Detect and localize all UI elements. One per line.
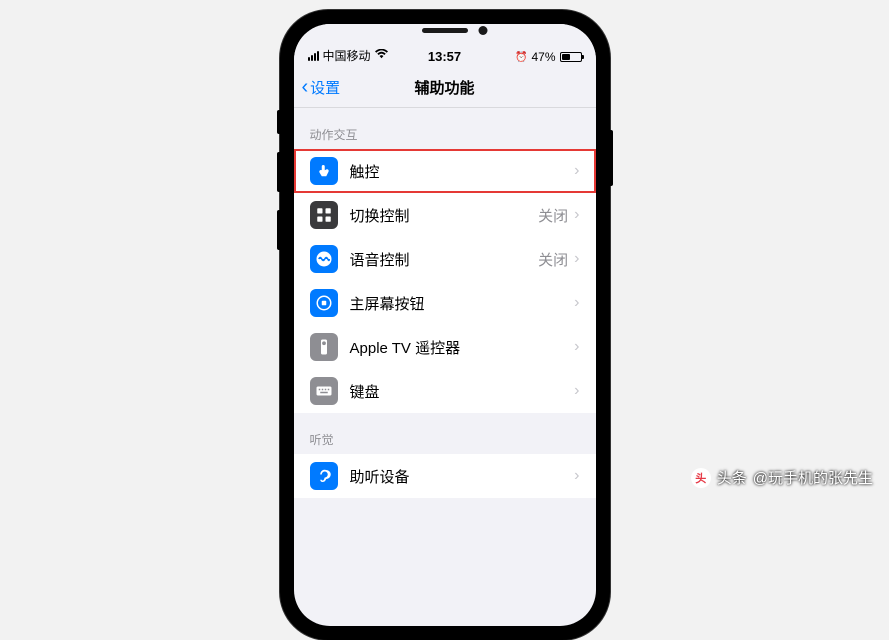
switch-control-icon — [310, 201, 338, 229]
hearing-icon — [310, 462, 338, 490]
watermark-prefix: 头条 — [717, 467, 747, 488]
settings-row[interactable]: 主屏幕按钮› — [294, 281, 596, 325]
carrier-label: 中国移动 — [323, 47, 371, 64]
chevron-right-icon: › — [574, 162, 579, 180]
section-header: 动作交互 — [294, 108, 596, 149]
section-header: 听觉 — [294, 413, 596, 454]
touch-icon — [310, 157, 338, 185]
screen: 中国移动 13:57 ⏰ 47% ‹ 设置 辅助功能 — [294, 24, 596, 626]
row-label: 助听设备 — [350, 466, 575, 487]
row-label: 语音控制 — [350, 249, 539, 270]
row-label: 触控 — [350, 161, 575, 182]
chevron-right-icon: › — [574, 250, 579, 268]
status-time: 13:57 — [428, 49, 461, 64]
settings-row[interactable]: 助听设备› — [294, 454, 596, 498]
settings-row[interactable]: 触控› — [294, 149, 596, 193]
chevron-right-icon: › — [574, 467, 579, 485]
watermark-handle: @玩手机的张先生 — [753, 467, 873, 488]
voice-control-icon — [310, 245, 338, 273]
phone-frame: 中国移动 13:57 ⏰ 47% ‹ 设置 辅助功能 — [280, 10, 610, 640]
settings-row[interactable]: 键盘› — [294, 369, 596, 413]
row-value: 关闭 — [538, 205, 568, 226]
battery-percent: 47% — [531, 50, 555, 64]
row-label: 键盘 — [350, 381, 575, 402]
watermark: 头 头条 @玩手机的张先生 — [691, 467, 873, 488]
wifi-icon — [375, 49, 388, 62]
settings-list: 助听设备› — [294, 454, 596, 498]
phone-side-buttons-left — [277, 110, 280, 268]
phone-camera — [478, 26, 487, 35]
settings-content[interactable]: 动作交互触控›切换控制关闭›语音控制关闭›主屏幕按钮›Apple TV 遥控器›… — [294, 108, 596, 626]
home-button-icon — [310, 289, 338, 317]
appletv-remote-icon — [310, 333, 338, 361]
row-value: 关闭 — [538, 249, 568, 270]
row-label: 切换控制 — [350, 205, 539, 226]
signal-icon — [308, 51, 319, 61]
battery-fill — [562, 54, 570, 60]
settings-row[interactable]: 语音控制关闭 › — [294, 237, 596, 281]
chevron-right-icon: › — [574, 294, 579, 312]
settings-row[interactable]: 切换控制关闭 › — [294, 193, 596, 237]
chevron-right-icon: › — [574, 206, 579, 224]
watermark-logo-icon: 头 — [691, 468, 711, 488]
alarm-icon: ⏰ — [515, 52, 527, 63]
keyboard-icon — [310, 377, 338, 405]
chevron-right-icon: › — [574, 338, 579, 356]
nav-bar: ‹ 设置 辅助功能 — [294, 68, 596, 108]
back-button[interactable]: ‹ 设置 — [302, 76, 341, 99]
page-title: 辅助功能 — [414, 77, 474, 98]
chevron-right-icon: › — [574, 382, 579, 400]
row-label: Apple TV 遥控器 — [350, 337, 575, 358]
row-label: 主屏幕按钮 — [350, 293, 575, 314]
battery-icon — [560, 52, 582, 62]
chevron-left-icon: ‹ — [302, 76, 309, 99]
settings-row[interactable]: Apple TV 遥控器› — [294, 325, 596, 369]
phone-speaker — [422, 28, 468, 33]
phone-side-button-right — [610, 130, 613, 186]
settings-list: 触控›切换控制关闭›语音控制关闭›主屏幕按钮›Apple TV 遥控器›键盘› — [294, 149, 596, 413]
back-label: 设置 — [310, 77, 340, 98]
